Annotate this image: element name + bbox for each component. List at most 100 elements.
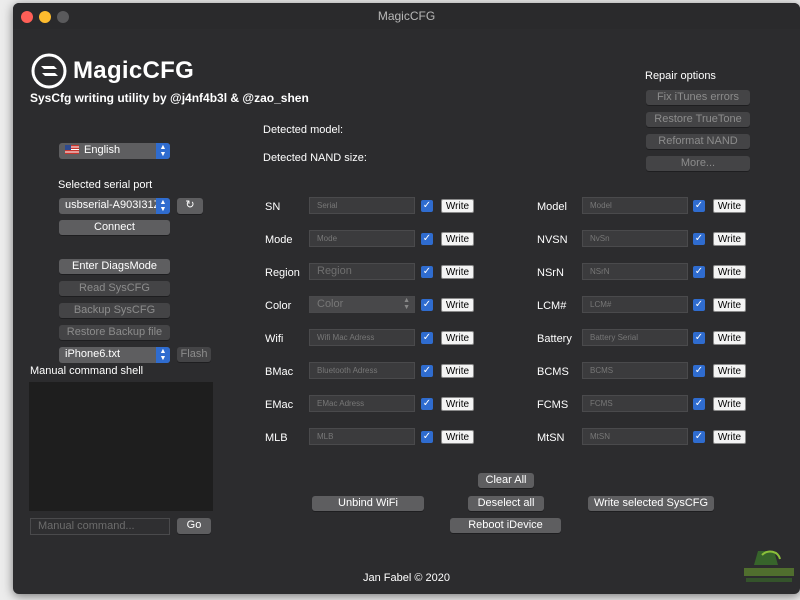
emac-label: EMac [265, 399, 294, 411]
region-checkbox[interactable]: ✓ [421, 266, 433, 278]
wifi-field[interactable]: Wifi Mac Adress [309, 329, 415, 346]
fix-itunes-errors-button[interactable]: Fix iTunes errors [646, 90, 750, 105]
model-write-button[interactable]: Write [713, 199, 746, 213]
color-select[interactable]: Color ▲ ▼ [309, 296, 415, 313]
mtsn-label: MtSN [537, 432, 565, 444]
write-selected-syscfg-button[interactable]: Write selected SysCFG [588, 496, 714, 511]
chevron-updown-icon: ▲ ▼ [403, 297, 410, 311]
emac-field[interactable]: EMac Adress [309, 395, 415, 412]
restore-backup-button[interactable]: Restore Backup file [59, 325, 170, 340]
color-write-button[interactable]: Write [441, 298, 474, 312]
mtsn-write-button[interactable]: Write [713, 430, 746, 444]
mtsn-field[interactable]: MtSN [582, 428, 688, 445]
emac-write-button[interactable]: Write [441, 397, 474, 411]
deselect-all-button[interactable]: Deselect all [468, 496, 544, 511]
wifi-label: Wifi [265, 333, 284, 345]
mode-write-button[interactable]: Write [441, 232, 474, 246]
bmac-field[interactable]: Bluetooth Adress [309, 362, 415, 379]
serial-port-value: usbserial-A903I31Z [65, 199, 161, 211]
bcms-field[interactable]: BCMS [582, 362, 688, 379]
lcm-field[interactable]: LCM# [582, 296, 688, 313]
magiccfg-logo-icon [30, 52, 68, 90]
battery-field[interactable]: Battery Serial [582, 329, 688, 346]
sn-checkbox[interactable]: ✓ [421, 200, 433, 212]
reformat-nand-button[interactable]: Reformat NAND [646, 134, 750, 149]
bcms-checkbox[interactable]: ✓ [693, 365, 705, 377]
color-label: Color [265, 300, 292, 312]
mtsn-checkbox[interactable]: ✓ [693, 431, 705, 443]
nvsn-field[interactable]: NvSn [582, 230, 688, 247]
backup-syscfg-button[interactable]: Backup SysCFG [59, 303, 170, 318]
refresh-ports-button[interactable]: ↻ [177, 198, 203, 214]
detected-nand-label: Detected NAND size: [263, 152, 367, 164]
reboot-idevice-button[interactable]: Reboot iDevice [450, 518, 561, 533]
manual-shell-label: Manual command shell [30, 365, 144, 377]
flash-file-select[interactable]: iPhone6.txt ▲ ▼ [59, 347, 170, 363]
region-write-button[interactable]: Write [441, 265, 474, 279]
wifi-write-button[interactable]: Write [441, 331, 474, 345]
nsrn-field[interactable]: NSrN [582, 263, 688, 280]
color-select-value: Color [317, 298, 344, 310]
mlb-write-button[interactable]: Write [441, 430, 474, 444]
enter-diagsmode-button[interactable]: Enter DiagsMode [59, 259, 170, 274]
chevron-updown-icon: ▲ ▼ [156, 198, 170, 214]
battery-write-button[interactable]: Write [713, 331, 746, 345]
serial-port-select[interactable]: usbserial-A903I31Z ▲ ▼ [59, 198, 170, 214]
bcms-label: BCMS [537, 366, 569, 378]
mlb-field[interactable]: MLB [309, 428, 415, 445]
nvsn-write-button[interactable]: Write [713, 232, 746, 246]
bmac-checkbox[interactable]: ✓ [421, 365, 433, 377]
language-select[interactable]: English ▲ ▼ [59, 143, 170, 159]
flash-file-value: iPhone6.txt [65, 348, 121, 360]
bmac-label: BMac [265, 366, 294, 378]
battery-checkbox[interactable]: ✓ [693, 332, 705, 344]
model-checkbox[interactable]: ✓ [693, 200, 705, 212]
manual-command-input[interactable]: Manual command... [30, 518, 170, 535]
connect-button[interactable]: Connect [59, 220, 170, 235]
fcms-write-button[interactable]: Write [713, 397, 746, 411]
mode-field[interactable]: Mode [309, 230, 415, 247]
nsrn-checkbox[interactable]: ✓ [693, 266, 705, 278]
bcms-write-button[interactable]: Write [713, 364, 746, 378]
mode-checkbox[interactable]: ✓ [421, 233, 433, 245]
refresh-icon: ↻ [185, 199, 195, 211]
app-window: MagicCFG MagicCFG SysCfg writing utility… [13, 3, 800, 594]
mode-label: Mode [265, 234, 293, 246]
region-field[interactable]: Region [309, 263, 415, 280]
nvsn-label: NVSN [537, 234, 568, 246]
flag-us-icon [65, 145, 79, 154]
mlb-checkbox[interactable]: ✓ [421, 431, 433, 443]
emac-checkbox[interactable]: ✓ [421, 398, 433, 410]
watermark-logo [740, 547, 798, 585]
chevron-updown-icon: ▲ ▼ [156, 143, 170, 159]
restore-truetone-button[interactable]: Restore TrueTone [646, 112, 750, 127]
sn-field[interactable]: Serial [309, 197, 415, 214]
unbind-wifi-button[interactable]: Unbind WiFi [312, 496, 424, 511]
sn-write-button[interactable]: Write [441, 199, 474, 213]
nsrn-write-button[interactable]: Write [713, 265, 746, 279]
more-repair-button[interactable]: More... [646, 156, 750, 171]
fcms-field[interactable]: FCMS [582, 395, 688, 412]
nsrn-label: NSrN [537, 267, 564, 279]
title-bar: MagicCFG [13, 3, 800, 29]
fcms-label: FCMS [537, 399, 569, 411]
serial-port-label: Selected serial port [58, 179, 153, 191]
fcms-checkbox[interactable]: ✓ [693, 398, 705, 410]
model-field[interactable]: Model [582, 197, 688, 214]
color-checkbox[interactable]: ✓ [421, 299, 433, 311]
clear-all-button[interactable]: Clear All [478, 473, 534, 488]
flash-button[interactable]: Flash [177, 347, 211, 362]
chevron-updown-icon: ▲ ▼ [156, 347, 170, 363]
lcm-label: LCM# [537, 300, 567, 312]
read-syscfg-button[interactable]: Read SysCFG [59, 281, 170, 296]
wifi-checkbox[interactable]: ✓ [421, 332, 433, 344]
go-button[interactable]: Go [177, 518, 211, 534]
bmac-write-button[interactable]: Write [441, 364, 474, 378]
app-brand-name: MagicCFG [73, 57, 195, 84]
region-label: Region [265, 267, 300, 279]
lcm-checkbox[interactable]: ✓ [693, 299, 705, 311]
nvsn-checkbox[interactable]: ✓ [693, 233, 705, 245]
repair-options-title: Repair options [645, 70, 716, 82]
lcm-write-button[interactable]: Write [713, 298, 746, 312]
battery-label: Battery [537, 333, 572, 345]
